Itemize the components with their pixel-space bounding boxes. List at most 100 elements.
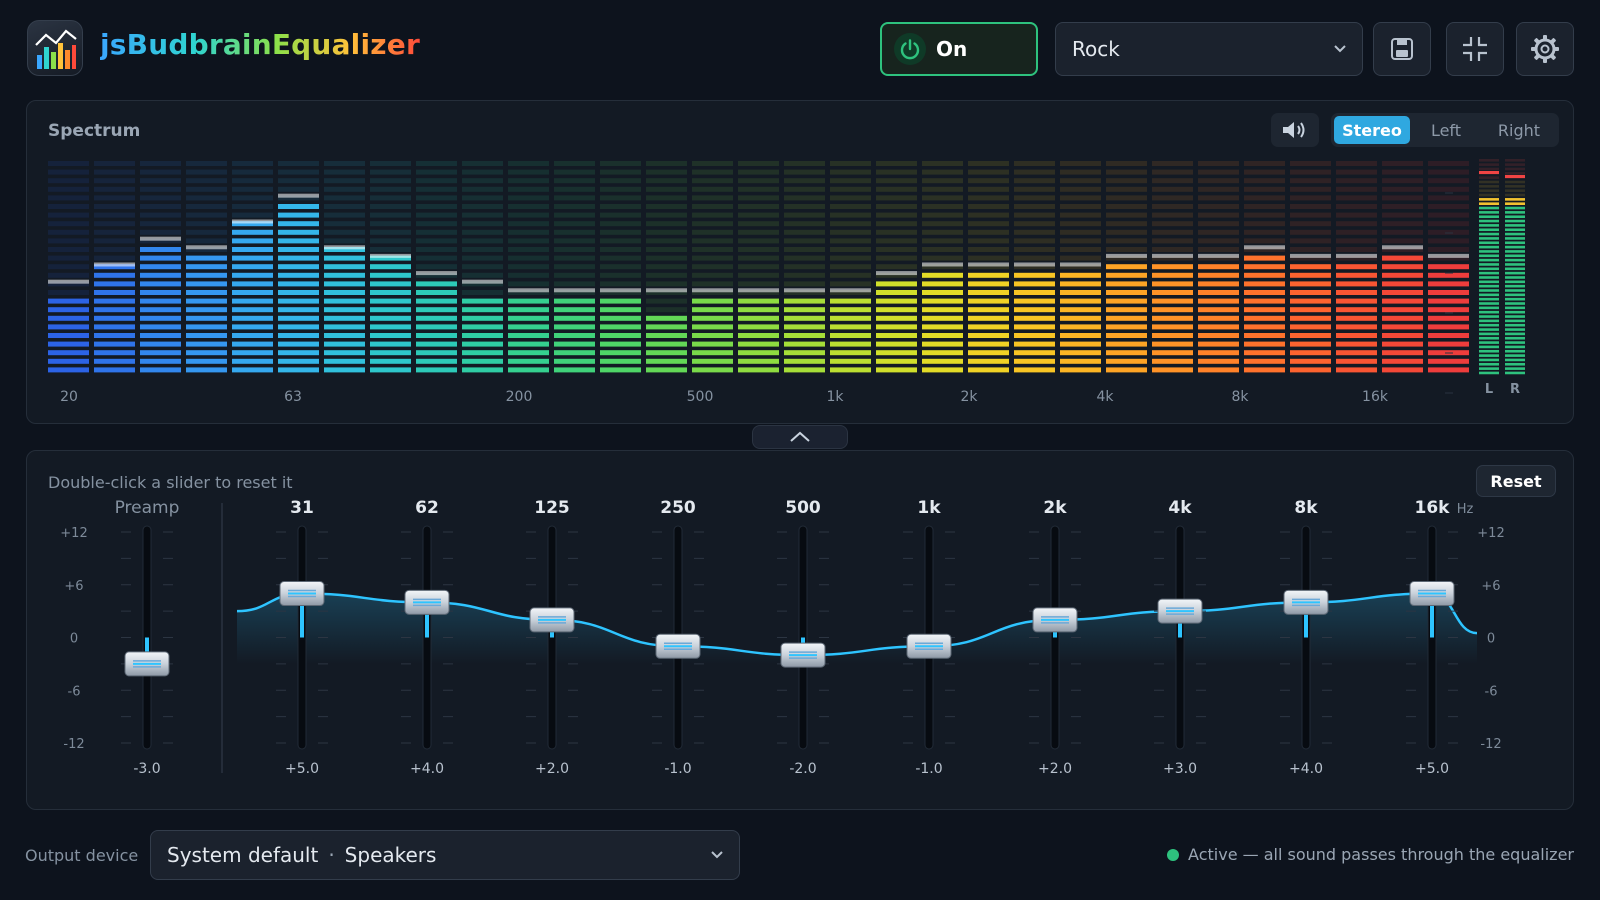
spectrum-segment-dim bbox=[554, 178, 595, 184]
spectrum-segment-dim bbox=[1336, 229, 1377, 235]
spectrum-segment-dim bbox=[738, 195, 779, 201]
freq-axis-label: 2k bbox=[960, 389, 978, 405]
spectrum-segment-lit bbox=[508, 315, 549, 321]
slider-value: +4.0 bbox=[1289, 761, 1323, 777]
output-device-select[interactable]: System default · Speakers bbox=[150, 830, 740, 880]
spectrum-segment-lit bbox=[462, 341, 503, 347]
preset-select[interactable]: Rock bbox=[1055, 22, 1363, 76]
spectrum-segment-dim bbox=[370, 212, 411, 218]
spectrum-segment-lit bbox=[1336, 350, 1377, 356]
meter-segment bbox=[1479, 163, 1499, 166]
spectrum-segment-dim bbox=[692, 272, 733, 278]
db-scale-label-right: 0 bbox=[1487, 632, 1495, 647]
spectrum-segment-dim bbox=[1198, 204, 1239, 209]
spectrum-segment-lit bbox=[600, 358, 641, 364]
meter-segment bbox=[1479, 245, 1499, 249]
spectrum-segment-lit bbox=[692, 358, 733, 364]
spectrum-segment-dim bbox=[462, 161, 503, 166]
spectrum-segment-lit bbox=[600, 324, 641, 330]
spectrum-peak bbox=[1198, 253, 1239, 258]
slider-label: 8k bbox=[1294, 498, 1318, 518]
slider-knob[interactable] bbox=[1157, 598, 1203, 624]
spectrum-segment-lit bbox=[232, 350, 273, 356]
spectrum-segment-lit bbox=[922, 298, 963, 304]
spectrum-segment-dim bbox=[324, 186, 365, 192]
spectrum-segment-dim bbox=[554, 221, 595, 227]
spectrum-segment-dim bbox=[646, 238, 687, 244]
meter-segment bbox=[1505, 306, 1525, 310]
spectrum-segment-lit bbox=[1198, 324, 1239, 330]
spectrum-segment-dim bbox=[1106, 229, 1147, 235]
spectrum-segment-lit bbox=[1106, 307, 1147, 313]
spectrum-segment-dim bbox=[508, 204, 549, 209]
spectrum-segment-dim bbox=[1152, 178, 1193, 184]
spectrum-segment-dim bbox=[278, 186, 319, 192]
slider-knob[interactable] bbox=[279, 581, 325, 607]
collapse-spectrum-button[interactable] bbox=[752, 425, 848, 449]
slider-knob[interactable] bbox=[404, 589, 450, 615]
spectrum-segment-lit bbox=[1382, 358, 1423, 364]
spectrum-segment-dim bbox=[1428, 204, 1469, 209]
spectrum-segment-dim bbox=[1106, 186, 1147, 192]
spectrum-segment-dim bbox=[508, 161, 549, 166]
spectrum-band-15 bbox=[738, 161, 779, 373]
slider-knob[interactable] bbox=[906, 633, 952, 659]
spectrum-segment-dim bbox=[508, 186, 549, 192]
spectrum-segment-dim bbox=[1152, 221, 1193, 227]
spectrum-segment-dim bbox=[876, 238, 917, 244]
spectrum-segment-lit bbox=[1382, 272, 1423, 278]
spectrum-segment-dim bbox=[508, 281, 549, 287]
slider-knob[interactable] bbox=[655, 633, 701, 659]
spectrum-segment-lit bbox=[232, 298, 273, 304]
spectrum-segment-lit bbox=[324, 315, 365, 321]
meter-segment bbox=[1479, 332, 1499, 336]
spectrum-segment-dim bbox=[48, 195, 89, 201]
spectrum-band-5 bbox=[278, 161, 319, 373]
save-preset-button[interactable] bbox=[1373, 22, 1431, 76]
slider-knob[interactable] bbox=[124, 651, 170, 677]
compact-view-button[interactable] bbox=[1446, 22, 1504, 76]
spectrum-segment-dim bbox=[508, 229, 549, 235]
meter-segment bbox=[1505, 224, 1525, 227]
meter-segment bbox=[1479, 293, 1499, 297]
spectrum-segment-lit bbox=[1106, 264, 1147, 270]
spectrum-segment-lit bbox=[1060, 298, 1101, 304]
spectrum-segment-lit bbox=[1014, 290, 1055, 295]
slider-knob[interactable] bbox=[1409, 581, 1455, 607]
spectrum-segment-dim bbox=[1244, 161, 1285, 166]
settings-button[interactable] bbox=[1516, 22, 1574, 76]
spectrum-segment-dim bbox=[370, 186, 411, 192]
spectrum-segment-lit bbox=[692, 298, 733, 304]
spectrum-segment-lit bbox=[1060, 272, 1101, 278]
slider-knob[interactable] bbox=[529, 607, 575, 633]
slider-knob[interactable] bbox=[780, 642, 826, 668]
spectrum-segment-dim bbox=[1152, 186, 1193, 192]
spectrum-segment-dim bbox=[1336, 178, 1377, 184]
slider-knob[interactable] bbox=[1283, 589, 1329, 615]
meter-segment bbox=[1479, 180, 1499, 184]
spectrum-segment-dim bbox=[462, 255, 503, 261]
spectrum-segment-lit bbox=[232, 333, 273, 338]
spectrum-segment-dim bbox=[1244, 229, 1285, 235]
spectrum-segment-lit bbox=[508, 350, 549, 356]
spectrum-segment-lit bbox=[462, 298, 503, 304]
spectrum-segment-dim bbox=[1106, 221, 1147, 227]
spectrum-segment-dim bbox=[1336, 247, 1377, 252]
spectrum-segment-dim bbox=[1152, 229, 1193, 235]
meter-segment bbox=[1479, 263, 1499, 266]
level-meter-right bbox=[1505, 159, 1525, 375]
spectrum-segment-dim bbox=[1198, 169, 1239, 175]
spectrum-segment-lit bbox=[232, 238, 273, 244]
spectrum-segment-lit bbox=[94, 367, 135, 373]
slider-knob[interactable] bbox=[1032, 607, 1078, 633]
spectrum-segment-dim bbox=[968, 212, 1009, 218]
spectrum-segment-dim bbox=[784, 195, 825, 201]
spectrum-segment-lit bbox=[370, 341, 411, 347]
spectrum-segment-lit bbox=[186, 324, 227, 330]
spectrum-segment-lit bbox=[1152, 281, 1193, 287]
power-toggle-button[interactable]: On bbox=[880, 22, 1038, 76]
meter-segment bbox=[1479, 193, 1499, 197]
spectrum-segment-lit bbox=[1336, 264, 1377, 270]
spectrum-segment-lit bbox=[1198, 358, 1239, 364]
spectrum-segment-dim bbox=[554, 247, 595, 252]
